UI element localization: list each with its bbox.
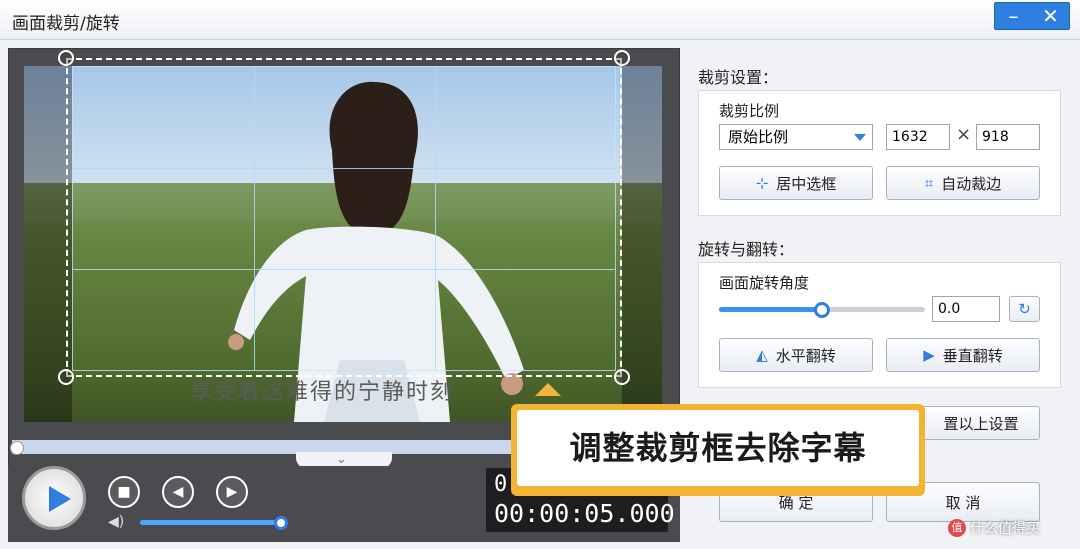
- minimize-icon: –: [1008, 4, 1019, 28]
- dropdown-arrow-icon: [854, 134, 866, 141]
- next-frame-icon: ▶: [226, 484, 238, 500]
- next-frame-button[interactable]: ▶: [216, 476, 248, 508]
- crop-handle-top-right[interactable]: [614, 50, 630, 66]
- watermark-text: 什么值得买: [970, 521, 1040, 537]
- cancel-label: 取 消: [945, 493, 981, 512]
- rotation-angle-label: 画面旋转角度: [719, 274, 810, 292]
- prev-frame-button[interactable]: ◀: [162, 476, 194, 508]
- window-controls: – ✕: [994, 2, 1070, 30]
- video-subtitle: 享受着这难得的宁静时刻: [190, 380, 455, 405]
- crop-height-input[interactable]: 918: [976, 124, 1040, 150]
- auto-crop-label: 自动裁边: [941, 174, 1002, 193]
- callout-text: 调整裁剪框去除字幕: [517, 410, 919, 486]
- window-title: 画面裁剪/旋转: [12, 14, 120, 34]
- multiply-sign: ×: [956, 124, 972, 145]
- current-time: 0: [494, 472, 508, 497]
- crop-box[interactable]: [66, 58, 622, 377]
- auto-crop-icon: ⌗: [924, 174, 934, 192]
- close-button[interactable]: ✕: [1032, 3, 1069, 29]
- crop-ratio-select[interactable]: 原始比例: [719, 124, 873, 150]
- center-box-button[interactable]: ⊹ 居中选框: [719, 166, 873, 200]
- play-button[interactable]: [22, 466, 86, 530]
- timeline-scrubber[interactable]: [10, 441, 24, 455]
- crop-ratio-value: 原始比例: [728, 128, 789, 146]
- rotate-icon: ↻: [1018, 300, 1031, 318]
- vertical-flip-button[interactable]: ▶ 垂直翻转: [886, 338, 1040, 372]
- crop-ratio-label: 裁剪比例: [719, 102, 780, 120]
- crop-shade-right: [622, 66, 662, 422]
- crop-section-title: 裁剪设置：: [698, 68, 779, 87]
- volume-icon[interactable]: ◀): [108, 514, 124, 530]
- auto-crop-button[interactable]: ⌗ 自动裁边: [886, 166, 1040, 200]
- play-icon: [49, 486, 71, 512]
- rotate-section-title: 旋转与翻转：: [698, 240, 795, 259]
- crop-handle-bottom-right[interactable]: [614, 369, 630, 385]
- watermark-badge: 值: [948, 519, 966, 537]
- crop-handle-top-left[interactable]: [58, 50, 74, 66]
- rotation-slider-fill: [719, 307, 822, 312]
- minimize-button[interactable]: –: [995, 3, 1032, 29]
- center-box-label: 居中选框: [776, 174, 837, 193]
- stop-button[interactable]: ■: [108, 476, 140, 508]
- stop-icon: ■: [117, 484, 131, 500]
- close-icon: ✕: [1042, 4, 1059, 28]
- watermark: 值 什么值得买: [948, 518, 1040, 538]
- callout-pointer: [535, 383, 561, 396]
- horizontal-flip-label: 水平翻转: [775, 346, 836, 365]
- volume-level: [140, 520, 275, 525]
- rotate-90-button[interactable]: ↻: [1009, 296, 1040, 322]
- chevron-down-icon: ⌄: [336, 452, 347, 467]
- rotation-angle-input[interactable]: 0.0: [932, 296, 1000, 322]
- title-bar: 画面裁剪/旋转 – ✕: [0, 0, 1080, 40]
- crop-handle-bottom-left[interactable]: [58, 369, 74, 385]
- rotation-slider-knob[interactable]: [814, 302, 830, 318]
- horizontal-flip-icon: ◭: [756, 346, 768, 364]
- center-crop-icon: ⊹: [755, 174, 769, 192]
- total-time: 00:00:05.000: [494, 499, 675, 528]
- annotation-callout: 调整裁剪框去除字幕: [511, 404, 925, 496]
- vertical-flip-icon: ▶: [923, 346, 935, 364]
- horizontal-flip-button[interactable]: ◭ 水平翻转: [719, 338, 873, 372]
- volume-knob[interactable]: [274, 516, 288, 530]
- crop-width-input[interactable]: 1632: [886, 124, 950, 150]
- prev-frame-icon: ◀: [172, 484, 184, 500]
- volume-slider[interactable]: [140, 520, 282, 525]
- vertical-flip-label: 垂直翻转: [942, 346, 1003, 365]
